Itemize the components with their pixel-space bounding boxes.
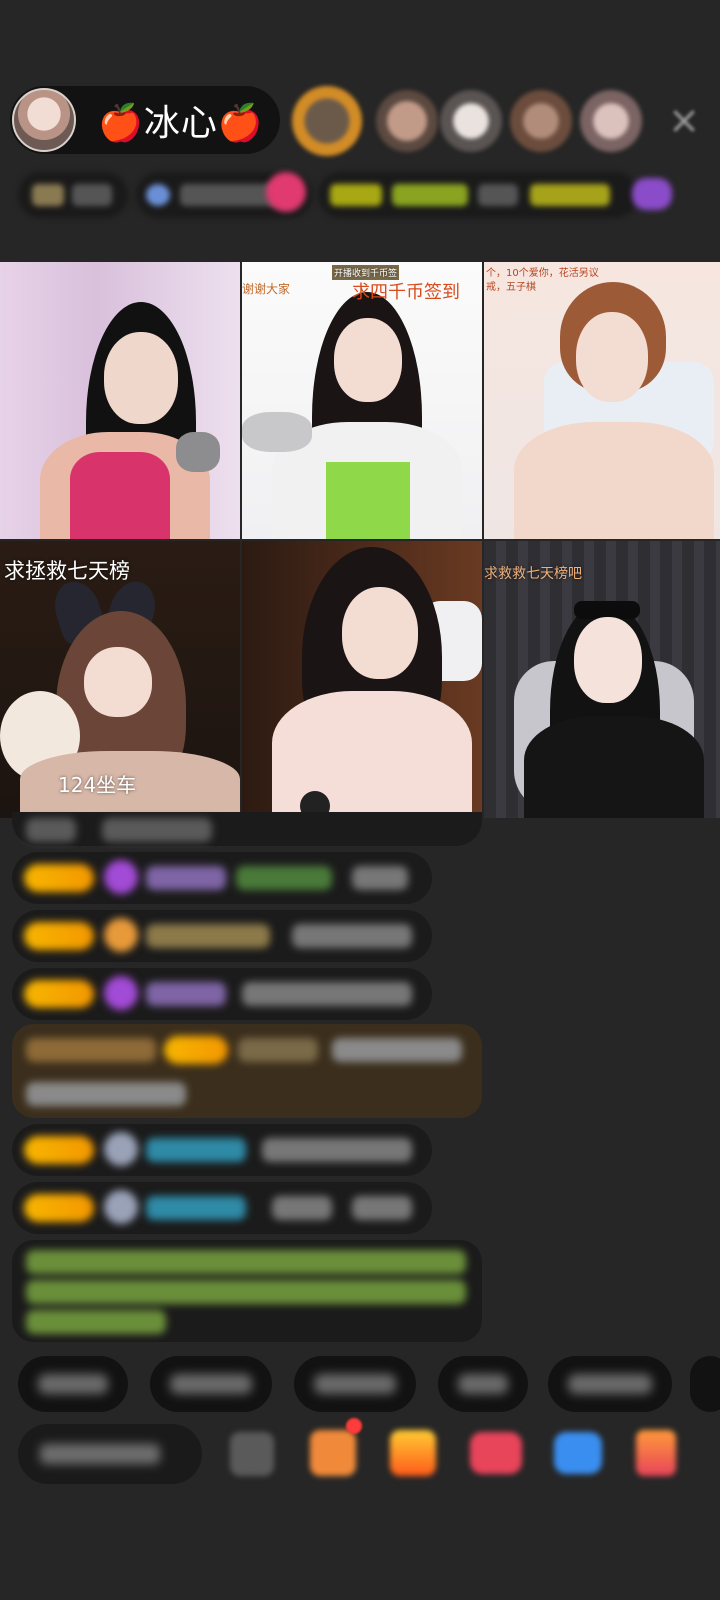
quick-chip-1[interactable]	[18, 1356, 128, 1412]
shop-icon[interactable]	[310, 1430, 356, 1476]
microphone-icon	[176, 432, 220, 472]
tile-4-seat-label: 124坐车	[58, 773, 137, 797]
close-icon[interactable]: ×	[664, 100, 704, 140]
tile-2-headline: 求四千币签到	[352, 282, 460, 303]
game-icon[interactable]	[554, 1432, 602, 1474]
room-info-row	[18, 172, 708, 218]
tile-3-rules-line-2: 戒，五子棋	[486, 282, 536, 293]
notification-dot	[346, 1418, 362, 1434]
quick-chip-6[interactable]	[690, 1356, 720, 1412]
quick-chip-3[interactable]	[294, 1356, 416, 1412]
chat-system-message	[12, 812, 482, 846]
chat-message-1[interactable]	[12, 852, 432, 904]
chat-message-5[interactable]	[12, 1182, 432, 1234]
multi-guest-video-grid: 开播收到千币签 求四千币签到 谢谢大家 个，10个爱你，花活另议 戒，五子棋 求…	[0, 262, 720, 818]
tile-2-side-label: 谢谢大家	[242, 282, 291, 296]
gift-icon[interactable]	[636, 1430, 676, 1476]
host-profile-pill[interactable]: 🍎冰心🍎	[10, 86, 280, 154]
tile-4-headline: 求拯救七天榜	[4, 559, 130, 583]
gift-box-icon[interactable]	[390, 1430, 436, 1476]
microphone-icon	[242, 412, 312, 452]
viewer-avatar-4[interactable]	[510, 90, 572, 152]
guest-video-tile-4[interactable]: 求拯救七天榜 124坐车	[0, 541, 240, 818]
quick-chip-2[interactable]	[150, 1356, 272, 1412]
chat-message-3[interactable]	[12, 968, 432, 1020]
chat-message-4[interactable]	[12, 1124, 432, 1176]
anchor-level-icon[interactable]	[632, 178, 672, 210]
host-name: 🍎冰心🍎	[98, 103, 264, 144]
gift-icon[interactable]	[266, 172, 306, 212]
tile-6-headline: 求救救七天榜吧	[484, 566, 582, 582]
chat-message-2[interactable]	[12, 910, 432, 962]
guest-video-tile-6[interactable]: 求救救七天榜吧	[484, 541, 720, 818]
viewer-avatar-2[interactable]	[376, 90, 438, 152]
guest-video-tile-2[interactable]: 开播收到千币签 求四千币签到 谢谢大家	[242, 262, 482, 539]
chat-announcement	[12, 1240, 482, 1342]
viewer-avatar-1[interactable]	[292, 86, 362, 156]
guest-video-tile-5[interactable]	[242, 541, 482, 818]
more-features-icon[interactable]	[230, 1432, 274, 1476]
quick-chip-4[interactable]	[438, 1356, 528, 1412]
chat-message-highlight[interactable]	[12, 1024, 482, 1118]
host-avatar[interactable]	[12, 88, 76, 152]
quick-chip-5[interactable]	[548, 1356, 672, 1412]
info-chip-3[interactable]	[318, 172, 638, 218]
guest-video-tile-3[interactable]: 个，10个爱你，花活另议 戒，五子棋	[484, 262, 720, 539]
viewer-avatar-5[interactable]	[580, 90, 642, 152]
tile-3-rules-line-1: 个，10个爱你，花活另议	[486, 268, 599, 279]
red-packet-icon[interactable]	[470, 1432, 522, 1474]
guest-video-tile-1[interactable]	[0, 262, 240, 539]
info-chip-1[interactable]	[18, 172, 128, 218]
viewer-avatar-3[interactable]	[440, 90, 502, 152]
comment-input[interactable]	[18, 1424, 202, 1484]
